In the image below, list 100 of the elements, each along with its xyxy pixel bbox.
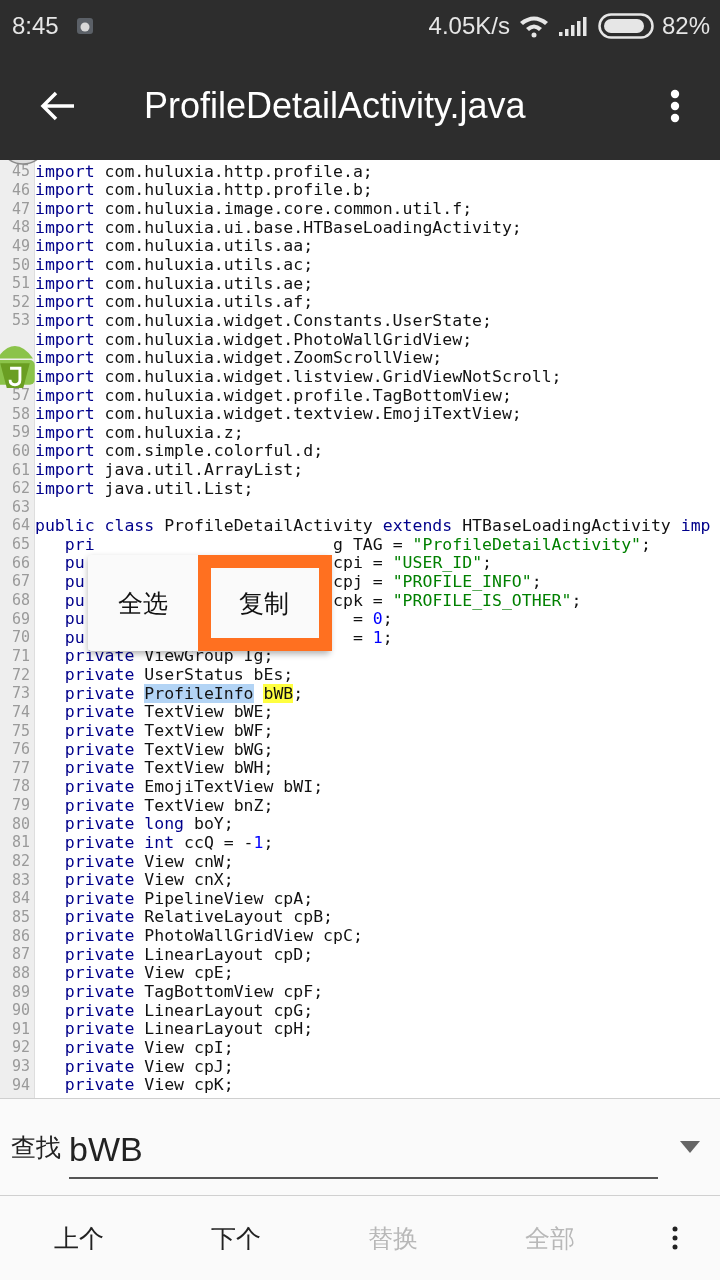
code-line: private View cpE; [63, 963, 234, 983]
code-line: private int ccQ = -1; [63, 832, 274, 852]
code-line: import com.huluxia.widget.textview.EmojiTextView; [35, 404, 522, 424]
line-number: 87 [11, 945, 30, 964]
code-line: import java.util.ArrayList; [35, 460, 304, 480]
line-number: 74 [11, 702, 30, 721]
code-line: private View cpJ; [63, 1056, 234, 1076]
code-line: private RelativeLayout cpB; [63, 907, 334, 927]
code-fragment: cpj = [333, 571, 384, 591]
text-selection: ProfileInfo [144, 683, 254, 703]
code-line: import com.huluxia.image.core.common.util.f; [35, 199, 473, 219]
line-number: 50 [11, 255, 30, 274]
line-number: 48 [11, 218, 30, 237]
line-number: 77 [11, 758, 30, 777]
code-fragment: 0 [372, 609, 383, 629]
line-number: 85 [11, 907, 30, 926]
code-line: import com.huluxia.widget.PhotoWallGridView; [35, 329, 473, 349]
line-number: 83 [11, 870, 30, 889]
line-number: 64 [11, 516, 30, 535]
line-number: 76 [11, 740, 30, 759]
line-number: 86 [11, 926, 30, 945]
code-line: private TextView bWE; [63, 702, 274, 722]
line-number: 79 [11, 796, 30, 815]
dropdown-icon[interactable] [680, 1141, 700, 1153]
code-fragment: ; [482, 553, 492, 573]
action-button[interactable]: 下个 [157, 1211, 314, 1265]
code-line: private PhotoWallGridView cpC; [63, 926, 363, 946]
code-line: import com.huluxia.widget.listview.GridViewNotScroll; [35, 366, 562, 386]
find-label: 查找 [11, 1131, 61, 1164]
code-line: private ProfileInfo bWB; [63, 683, 304, 703]
code-line: import com.huluxia.utils.aa; [35, 236, 314, 256]
code-line: private LinearLayout cpG; [63, 1000, 314, 1020]
line-number: 89 [11, 982, 30, 1001]
context-menu-item[interactable]: 全选 [88, 555, 198, 651]
more-icon[interactable] [670, 89, 680, 123]
code-fragment: ; [571, 590, 582, 610]
code-line: private View cpI; [63, 1037, 234, 1057]
code-fragment: "USER_ID" [392, 553, 483, 573]
line-number: 73 [11, 684, 30, 703]
line-number: 62 [11, 479, 30, 498]
more-icon[interactable] [672, 1226, 678, 1250]
code-line: private long boY; [63, 814, 234, 834]
line-number: 58 [11, 404, 30, 423]
line-number: 59 [11, 423, 30, 442]
network-speed: 4.05K/s [428, 12, 510, 40]
code-fragment: "PROFILE_INFO" [392, 571, 532, 591]
code-fragment: ; [382, 627, 393, 647]
code-fragment: ; [382, 609, 393, 629]
line-number: 72 [11, 665, 30, 684]
line-number: 60 [11, 441, 30, 460]
code-line: private TextView bnZ; [63, 795, 274, 815]
line-number: 82 [11, 852, 30, 870]
line-number: 75 [11, 721, 30, 740]
code-line: import com.huluxia.z; [35, 422, 244, 442]
code-fragment: 1 [372, 627, 383, 647]
line-number: 46 [11, 180, 30, 199]
code-line: private PipelineView cpA; [63, 888, 314, 908]
code-fragment: pu [64, 571, 85, 591]
code-line: private TextView bWG; [63, 739, 274, 759]
line-number: 81 [11, 833, 30, 852]
code-fragment: "PROFILE_IS_OTHER" [392, 590, 572, 610]
code-line: import com.huluxia.utils.ae; [35, 273, 314, 293]
code-fragment: pri [64, 534, 95, 554]
line-number: 57 [11, 386, 30, 404]
code-line: private LinearLayout cpH; [63, 1019, 314, 1039]
line-number: 71 [11, 646, 30, 665]
code-line: import java.util.List; [35, 478, 254, 498]
find-field[interactable]: bWB [69, 1125, 658, 1179]
line-number: 84 [11, 889, 30, 908]
code-line: private TagBottomView cpF; [63, 982, 324, 1001]
line-number: 68 [11, 591, 30, 610]
code-line: import com.simple.colorful.d; [35, 441, 324, 461]
code-fragment: pu [64, 627, 85, 647]
code-line: import com.huluxia.widget.Constants.UserState; [35, 310, 492, 330]
battery-icon [597, 13, 654, 39]
code-line: private TextView bWF; [63, 721, 274, 741]
code-line: private LinearLayout cpD; [63, 944, 314, 964]
line-number: 49 [11, 236, 30, 255]
code-line: private EmojiTextView bWI; [63, 776, 324, 796]
code-fragment: g TAG = [333, 534, 404, 554]
back-icon[interactable] [40, 91, 76, 121]
code-line: import com.huluxia.widget.profile.TagBottomView; [35, 385, 512, 405]
line-number: 78 [11, 777, 30, 796]
notification-icon [76, 18, 93, 34]
action-button[interactable]: 上个 [0, 1211, 157, 1265]
code-line: import com.huluxia.http.profile.b; [35, 180, 373, 200]
line-number: 47 [11, 199, 30, 218]
code-fragment: = [352, 609, 364, 629]
line-number: 52 [11, 292, 30, 311]
line-number: 88 [11, 963, 30, 982]
code-fragment: cpi = [333, 553, 384, 573]
code-line: import com.huluxia.utils.af; [35, 292, 314, 312]
context-menu-item[interactable]: 复制 [198, 555, 330, 651]
file-title: ProfileDetailActivity.java [144, 85, 527, 127]
code-line: import com.huluxia.utils.ac; [35, 255, 314, 275]
line-number: 70 [11, 628, 30, 647]
line-number: 45 [11, 162, 30, 181]
code-line: import com.huluxia.widget.ZoomScrollView; [35, 348, 443, 368]
code-line: private View cnW; [63, 851, 234, 871]
search-match: bWB [263, 683, 294, 703]
